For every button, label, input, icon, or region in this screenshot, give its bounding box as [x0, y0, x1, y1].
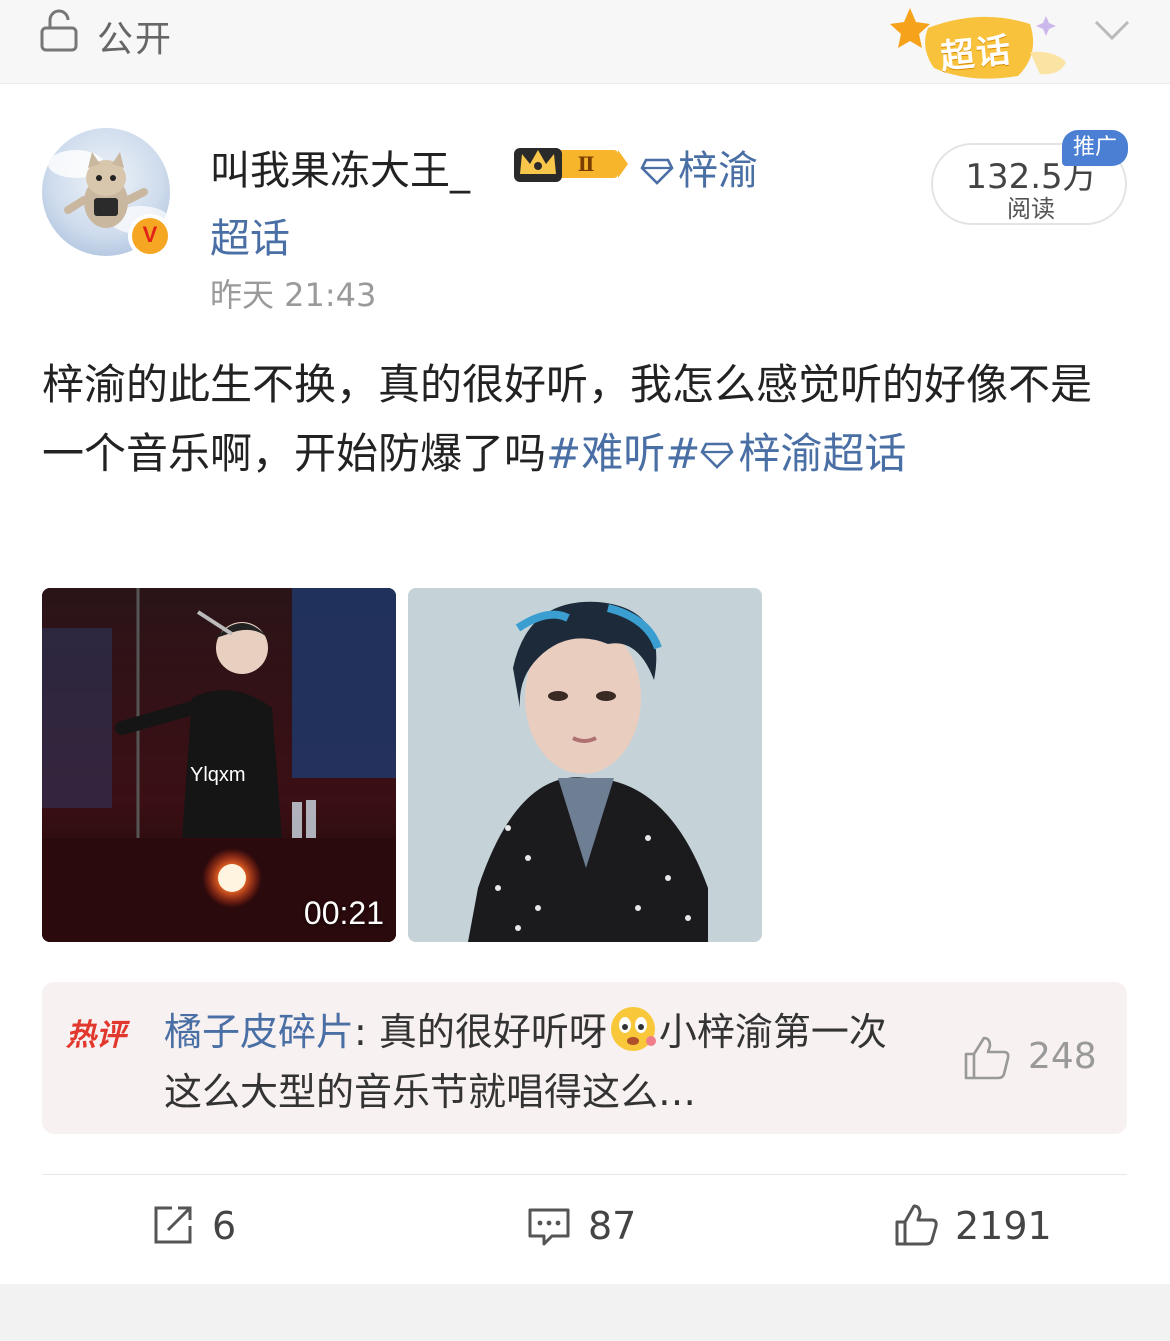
hashtag-link[interactable]: #难听#: [546, 429, 700, 478]
diamond-icon: [640, 158, 674, 185]
top-bar: 公开 超话: [0, 0, 1170, 84]
thumbs-up-icon: [895, 1204, 938, 1246]
repost-count: 6: [212, 1204, 237, 1248]
portrait-photo-image: [408, 588, 762, 942]
verified-badge-icon: V: [128, 214, 172, 258]
video-watermark: Ylqxm: [190, 764, 246, 786]
photo-thumbnail[interactable]: [408, 588, 762, 942]
comment-icon: [528, 1208, 570, 1246]
topic-tag-text: 梓渝超话: [738, 429, 907, 478]
crying-emoji-icon: [610, 1007, 656, 1051]
repost-button[interactable]: 6: [150, 1202, 270, 1252]
crown-level-badge-icon[interactable]: Ⅱ: [512, 140, 630, 186]
post-time: 昨天 21:43: [210, 276, 377, 314]
video-thumbnail[interactable]: Ylqxm 00:21: [42, 588, 396, 942]
thumbs-up-icon[interactable]: [962, 1034, 1012, 1082]
comment-button[interactable]: 87: [526, 1202, 666, 1252]
like-button[interactable]: 2191: [893, 1202, 1073, 1252]
video-duration: 00:21: [303, 895, 384, 931]
hot-comment-text: 橘子皮碎片: 真的很好听呀 小梓渝第一次这么大型的音乐节就唱得这么…: [164, 1002, 924, 1122]
footer-band: [0, 1284, 1170, 1341]
diamond-icon: [700, 442, 734, 469]
topic-link[interactable]: 梓渝: [640, 138, 758, 196]
promo-tag: 推广: [1062, 130, 1128, 166]
like-count: 2191: [955, 1204, 1052, 1248]
comment-body-1: 真的很好听呀: [378, 1010, 607, 1054]
comment-username[interactable]: 橘子皮碎片: [164, 1010, 354, 1054]
topic-link-name: 梓渝: [678, 148, 758, 194]
comment-like-count: 248: [1028, 1036, 1097, 1077]
level-badge-text: Ⅱ: [578, 152, 595, 176]
comment-separator: :: [354, 1010, 379, 1054]
divider: [42, 1174, 1127, 1175]
hot-comment-label: 热评: [66, 1018, 126, 1053]
read-label: 阅读: [1007, 195, 1055, 223]
chevron-down-icon[interactable]: [1092, 12, 1132, 48]
comment-count: 87: [588, 1204, 637, 1248]
post-text: 梓渝的此生不换，真的很好听，我怎么感觉听的好像不是一个音乐啊，开始防爆了吗#难听…: [42, 350, 1132, 488]
topic-tag-link[interactable]: 梓渝超话: [700, 429, 906, 478]
visibility-label[interactable]: 公开: [97, 10, 173, 62]
hot-comment[interactable]: 热评 橘子皮碎片: 真的很好听呀 小梓渝第一次这么大型的音乐节就唱得这么… 24…: [42, 982, 1127, 1134]
unlock-icon: [40, 9, 78, 52]
username[interactable]: 叫我果冻大王_: [210, 138, 470, 196]
supertopic-badge-label: 超话: [938, 30, 1015, 78]
topic-link-suffix[interactable]: 超话: [210, 206, 290, 264]
repost-icon: [154, 1206, 192, 1244]
